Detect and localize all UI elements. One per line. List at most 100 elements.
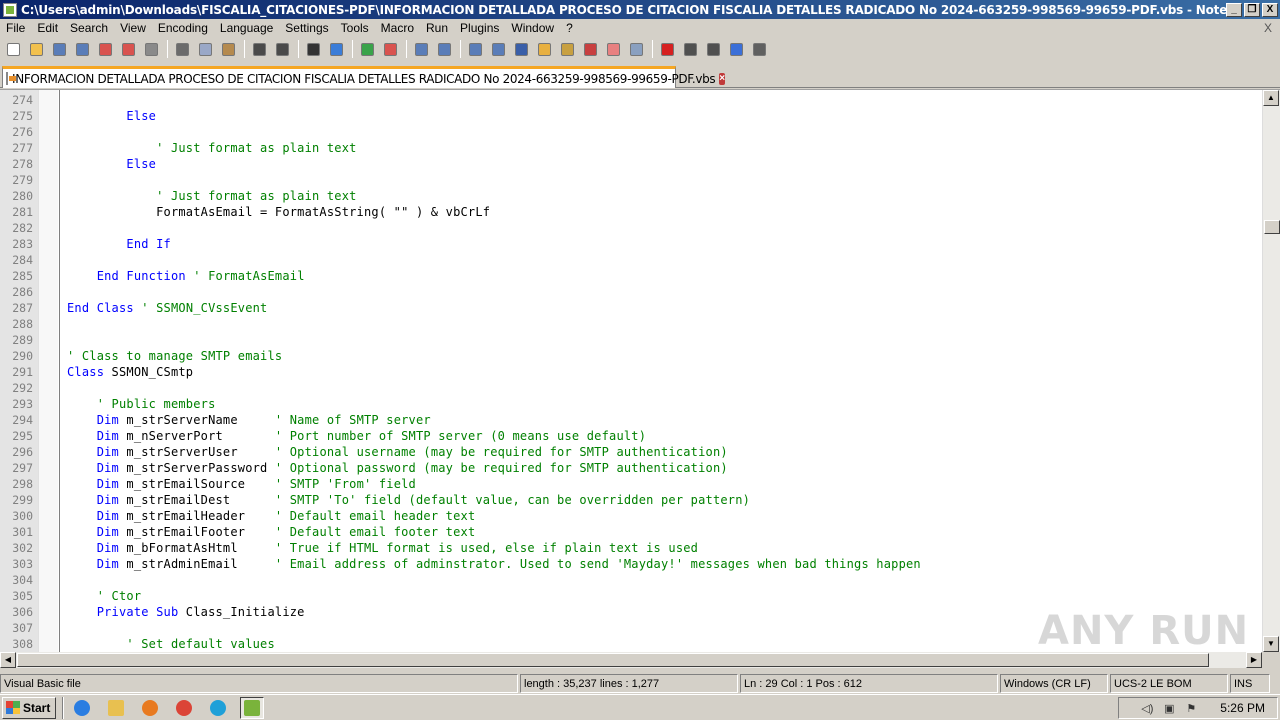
code-line[interactable]: 277 ' Just format as plain text — [0, 140, 1260, 156]
close-button[interactable]: X — [1262, 2, 1278, 17]
horizontal-scrollbar[interactable]: ◀ ▶ — [0, 652, 1262, 668]
code-lines[interactable]: 274 275 Else 276 277 ' Just format as plain… — [0, 92, 1260, 652]
redo-icon[interactable] — [273, 40, 291, 58]
save-macro-icon[interactable] — [750, 40, 768, 58]
notepadpp-icon[interactable] — [240, 696, 264, 719]
tab-close-icon[interactable]: × — [719, 72, 726, 85]
menu-macro[interactable]: Macro — [375, 19, 420, 37]
code-line[interactable]: 305 ' Ctor — [0, 588, 1260, 604]
chrome-icon[interactable] — [172, 697, 196, 719]
code-line[interactable]: 288 — [0, 316, 1260, 332]
sync-horizontal-icon[interactable] — [435, 40, 453, 58]
print-icon[interactable] — [142, 40, 160, 58]
media-player-icon[interactable] — [138, 697, 162, 719]
code-line[interactable]: 296 Dim m_strServerUser ' Optional usern… — [0, 444, 1260, 460]
indent-guide-icon[interactable] — [512, 40, 530, 58]
code-line[interactable]: 289 — [0, 332, 1260, 348]
menu-view[interactable]: View — [114, 19, 152, 37]
restore-button[interactable]: ❐ — [1244, 2, 1260, 17]
function-list-icon[interactable] — [581, 40, 599, 58]
doc-map-icon[interactable] — [558, 40, 576, 58]
menu-language[interactable]: Language — [214, 19, 279, 37]
clock[interactable]: 5:26 PM — [1220, 701, 1265, 715]
code-line[interactable]: 304 — [0, 572, 1260, 588]
code-line[interactable]: 291 Class SSMON_CSmtp — [0, 364, 1260, 380]
stop-macro-icon[interactable] — [681, 40, 699, 58]
explorer-icon[interactable] — [104, 697, 128, 719]
code-line[interactable]: 274 — [0, 92, 1260, 108]
sync-vertical-icon[interactable] — [412, 40, 430, 58]
save-all-icon[interactable] — [73, 40, 91, 58]
monitoring-icon[interactable] — [627, 40, 645, 58]
close-all-icon[interactable] — [119, 40, 137, 58]
editor[interactable]: 274 275 Else 276 277 ' Just format as plain… — [0, 89, 1280, 668]
menu-settings[interactable]: Settings — [279, 19, 334, 37]
menu-file[interactable]: File — [0, 19, 31, 37]
code-line[interactable]: 301 Dim m_strEmailFooter ' Default email… — [0, 524, 1260, 540]
folder-workspace-icon[interactable] — [604, 40, 622, 58]
code-line[interactable]: 297 Dim m_strServerPassword ' Optional p… — [0, 460, 1260, 476]
code-line[interactable]: 294 Dim m_strServerName ' Name of SMTP s… — [0, 412, 1260, 428]
code-line[interactable]: 292 — [0, 380, 1260, 396]
code-line[interactable]: 295 Dim m_nServerPort ' Port number of S… — [0, 428, 1260, 444]
flag-icon[interactable]: ⚑ — [1184, 701, 1198, 715]
code-line[interactable]: 299 Dim m_strEmailDest ' SMTP 'To' field… — [0, 492, 1260, 508]
code-line[interactable]: 279 — [0, 172, 1260, 188]
code-line[interactable]: 282 — [0, 220, 1260, 236]
vertical-scroll-thumb[interactable] — [1264, 220, 1280, 234]
undo-icon[interactable] — [250, 40, 268, 58]
code-line[interactable]: 276 — [0, 124, 1260, 140]
horizontal-scroll-thumb[interactable] — [17, 653, 1209, 667]
zoom-out-icon[interactable] — [381, 40, 399, 58]
menu-help[interactable]: ? — [560, 19, 579, 37]
scroll-down-icon[interactable]: ▼ — [1263, 636, 1279, 652]
cut-icon[interactable] — [173, 40, 191, 58]
code-line[interactable]: 275 Else — [0, 108, 1260, 124]
play-macro-icon[interactable] — [704, 40, 722, 58]
show-all-chars-icon[interactable] — [489, 40, 507, 58]
code-line[interactable]: 280 ' Just format as plain text — [0, 188, 1260, 204]
code-line[interactable]: 290 ' Class to manage SMTP emails — [0, 348, 1260, 364]
code-line[interactable]: 286 — [0, 284, 1260, 300]
scroll-up-icon[interactable]: ▲ — [1263, 90, 1279, 106]
new-file-icon[interactable] — [4, 40, 22, 58]
code-line[interactable]: 285 End Function ' FormatAsEmail — [0, 268, 1260, 284]
save-icon[interactable] — [50, 40, 68, 58]
find-icon[interactable] — [304, 40, 322, 58]
minimize-button[interactable]: _ — [1226, 2, 1242, 17]
close-document-button[interactable]: X — [1264, 19, 1272, 37]
replace-icon[interactable] — [327, 40, 345, 58]
close-file-icon[interactable] — [96, 40, 114, 58]
menu-encoding[interactable]: Encoding — [152, 19, 214, 37]
vertical-scrollbar[interactable]: ▲ ▼ — [1262, 90, 1280, 652]
code-line[interactable]: 308 ' Set default values — [0, 636, 1260, 652]
edge-icon[interactable] — [206, 697, 230, 719]
code-line[interactable]: 298 Dim m_strEmailSource ' SMTP 'From' f… — [0, 476, 1260, 492]
scroll-right-icon[interactable]: ▶ — [1246, 652, 1262, 668]
menu-search[interactable]: Search — [64, 19, 114, 37]
menu-window[interactable]: Window — [505, 19, 560, 37]
copy-icon[interactable] — [196, 40, 214, 58]
code-line[interactable]: 293 ' Public members — [0, 396, 1260, 412]
scroll-left-icon[interactable]: ◀ — [0, 652, 16, 668]
notepadpp-app-icon[interactable] — [3, 2, 17, 17]
ie-icon[interactable] — [70, 697, 94, 719]
menu-tools[interactable]: Tools — [335, 19, 375, 37]
code-line[interactable]: 287 End Class ' SSMON_CVssEvent — [0, 300, 1260, 316]
code-line[interactable]: 300 Dim m_strEmailHeader ' Default email… — [0, 508, 1260, 524]
open-file-icon[interactable] — [27, 40, 45, 58]
volume-icon[interactable]: ◁) — [1140, 701, 1154, 715]
menu-edit[interactable]: Edit — [31, 19, 64, 37]
code-line[interactable]: 283 End If — [0, 236, 1260, 252]
record-macro-icon[interactable] — [658, 40, 676, 58]
code-line[interactable]: 302 Dim m_bFormatAsHtml ' True if HTML f… — [0, 540, 1260, 556]
zoom-in-icon[interactable] — [358, 40, 376, 58]
code-line[interactable]: 307 — [0, 620, 1260, 636]
paste-icon[interactable] — [219, 40, 237, 58]
code-line[interactable]: 284 — [0, 252, 1260, 268]
menu-plugins[interactable]: Plugins — [454, 19, 505, 37]
code-line[interactable]: 281 FormatAsEmail = FormatAsString( "" )… — [0, 204, 1260, 220]
udl-icon[interactable] — [535, 40, 553, 58]
network-icon[interactable]: ▣ — [1162, 701, 1176, 715]
word-wrap-icon[interactable] — [466, 40, 484, 58]
